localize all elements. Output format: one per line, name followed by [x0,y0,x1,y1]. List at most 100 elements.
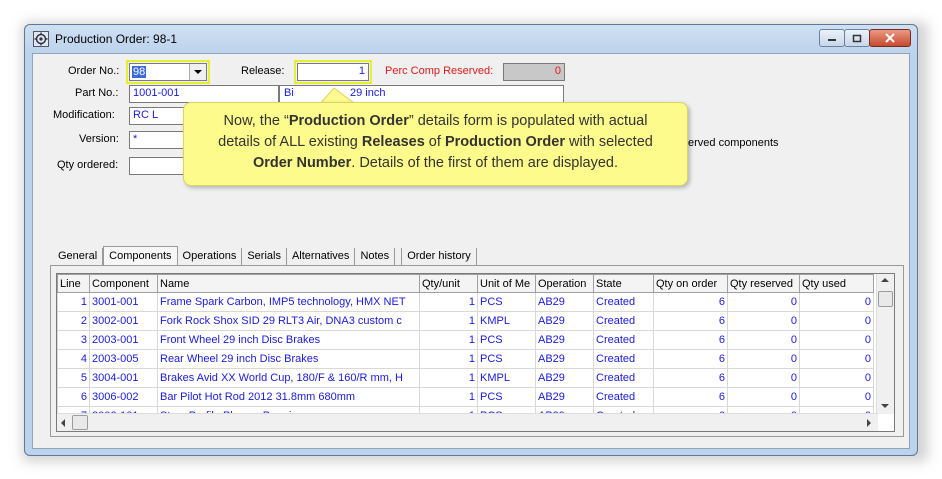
cell-qty-reserved: 0 [727,292,800,312]
cell-name: Rear Wheel 29 inch Disc Brakes [157,349,420,369]
horizontal-scrollbar[interactable] [57,413,878,431]
horizontal-scroll-thumb[interactable] [72,415,88,430]
cell-unit: PCS [477,349,536,369]
cell-qty-unit: 1 [419,311,478,331]
callout-text: details of ALL existing [218,134,362,150]
cell-qty-used: 0 [799,368,874,388]
cell-state: Created [593,387,654,407]
components-panel: Line Component Name Qty/unit Unit of Me … [50,265,904,437]
callout-text: of [424,134,445,150]
order-no-dropdown-button[interactable] [189,64,206,80]
components-grid[interactable]: Line Component Name Qty/unit Unit of Me … [56,273,895,432]
cell-name: Bar Pilot Hot Rod 2012 31.8mm 680mm [157,387,420,407]
tab-general[interactable]: General [53,248,104,266]
column-header-qty-reserved[interactable]: Qty reserved [727,274,800,293]
vertical-scrollbar[interactable] [876,274,894,414]
cell-operation: AB29 [535,292,594,312]
release-field[interactable]: 1 [294,60,372,84]
table-row[interactable]: 3 2003-001 Front Wheel 29 inch Disc Brak… [57,330,874,350]
cell-line: 3 [57,330,90,350]
cell-line: 2 [57,311,90,331]
column-header-name[interactable]: Name [157,274,420,293]
tab-operations[interactable]: Operations [178,248,243,266]
part-no-label: Part No.: [75,87,119,99]
cell-name: Brakes Avid XX World Cup, 180/F & 160/R … [157,368,420,388]
table-row[interactable]: 5 3004-001 Brakes Avid XX World Cup, 180… [57,368,874,388]
table-header-row: Line Component Name Qty/unit Unit of Me … [57,274,874,293]
tab-notes[interactable]: Notes [355,248,396,266]
cell-state: Created [593,311,654,331]
callout-text: . Details of the first of them are displ… [351,155,619,171]
cell-operation: AB29 [535,368,594,388]
table-row[interactable]: 2 3002-001 Fork Rock Shox SID 29 RLT3 Ai… [57,311,874,331]
cell-qty-used: 0 [799,349,874,369]
callout-bold: Production Order [288,113,409,129]
cell-operation: AB29 [535,387,594,407]
scroll-up-icon [881,278,889,282]
cell-qty-unit: 1 [419,292,478,312]
column-header-state[interactable]: State [593,274,654,293]
callout-line-2: details of ALL existing Releases of Prod… [184,132,687,153]
vertical-scroll-thumb[interactable] [878,291,893,307]
cell-state: Created [593,292,654,312]
help-callout: Now, the “Production Order” details form… [183,102,688,186]
order-no-label: Order No.: [68,65,120,77]
cell-qty-reserved: 0 [727,387,800,407]
column-header-component[interactable]: Component [89,274,158,293]
cell-name: Frame Spark Carbon, IMP5 technology, HMX… [157,292,420,312]
tab-strip: General Components Operations Serials Al… [53,246,477,266]
cell-qty-used: 0 [799,292,874,312]
tab-serials[interactable]: Serials [242,248,287,266]
table-row[interactable]: 6 3006-002 Bar Pilot Hot Rod 2012 31.8mm… [57,387,874,407]
column-header-qty-unit[interactable]: Qty/unit [419,274,478,293]
cell-operation: AB29 [535,330,594,350]
release-label: Release: [241,65,285,77]
close-button[interactable] [869,29,911,47]
cell-line: 1 [57,292,90,312]
cell-qty-unit: 1 [419,330,478,350]
callout-bold: Production Order [444,134,565,150]
minimize-icon [828,39,836,41]
window-title: Production Order: 98-1 [55,32,178,46]
production-order-window: Production Order: 98-1 Order No.: 98 Rel… [24,24,918,456]
cell-line: 5 [57,368,90,388]
part-no-field[interactable]: 1001-001 [129,85,279,103]
callout-bold: Order Number [252,155,352,171]
cell-operation: AB29 [535,311,594,331]
maximize-icon [852,34,862,42]
tab-order-history[interactable]: Order history [401,248,477,266]
cell-qty-on-order: 6 [653,387,728,407]
order-no-combobox[interactable]: 98 [126,60,210,84]
cell-component: 3001-001 [89,292,158,312]
column-header-qty-on-order[interactable]: Qty on order [653,274,728,293]
components-table: Line Component Name Qty/unit Unit of Me … [57,274,874,426]
cell-qty-on-order: 6 [653,349,728,369]
table-row[interactable]: 1 3001-001 Frame Spark Carbon, IMP5 tech… [57,292,874,312]
callout-line-3: Order Number. Details of the first of th… [184,153,687,174]
cell-component: 2003-001 [89,330,158,350]
column-header-qty-used[interactable]: Qty used [799,274,874,293]
tab-alternatives[interactable]: Alternatives [287,248,356,266]
scroll-right-icon [867,419,871,427]
close-icon [885,33,895,43]
cell-unit: PCS [477,387,536,407]
minimize-button[interactable] [819,29,845,47]
table-row[interactable]: 4 2003-005 Rear Wheel 29 inch Disc Brake… [57,349,874,369]
column-header-unit-of-measure[interactable]: Unit of Me [477,274,536,293]
tab-components[interactable]: Components [103,246,178,266]
order-no-value: 98 [132,66,147,78]
perc-comp-reserved-field: 0 [503,63,565,81]
modification-label: Modification: [53,109,115,121]
maximize-button[interactable] [844,29,870,47]
cell-state: Created [593,330,654,350]
cell-unit: PCS [477,292,536,312]
cell-state: Created [593,349,654,369]
callout-text: with selected [564,134,653,150]
column-header-operation[interactable]: Operation [535,274,594,293]
callout-text: Now, the “ [223,113,289,129]
cell-line: 4 [57,349,90,369]
column-header-line[interactable]: Line [57,274,90,293]
title-bar[interactable]: Production Order: 98-1 [25,25,917,53]
cell-qty-used: 0 [799,311,874,331]
cell-state: Created [593,368,654,388]
